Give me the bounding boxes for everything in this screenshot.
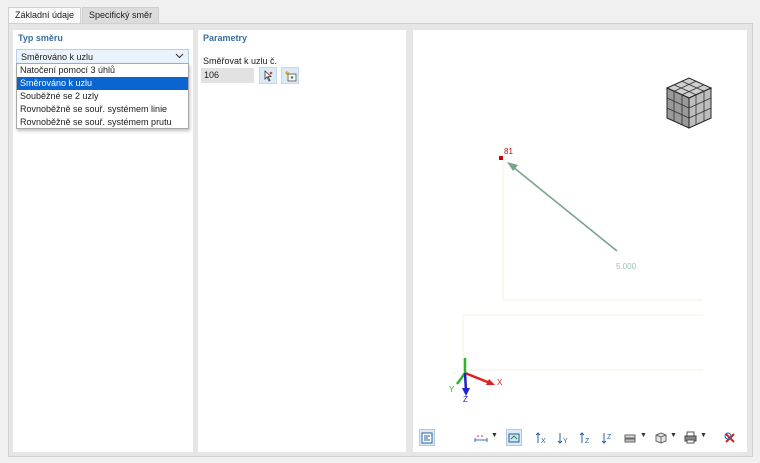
layers-icon [624,434,636,442]
viewport-toolbar: ▼ X Y Z Z ▼ ▼ ▼ [413,428,747,448]
svg-text:Z: Z [607,434,612,441]
parameters-title: Parametry [203,33,248,43]
display-settings-icon [421,432,433,443]
print-icon [684,431,696,444]
dimension-icon [474,435,488,442]
pick-node-button[interactable] [259,67,277,84]
node-label: 81 [504,147,513,156]
dimension-dropdown-arrow[interactable]: ▼ [491,432,498,439]
svg-text:Y: Y [563,438,568,445]
parameters-panel: Parametry Směřovat k uzlu č. 106 [198,30,406,452]
render-button[interactable] [506,429,522,446]
direction-type-dropdown: Natočení pomocí 3 úhlů Směrováno k uzlu … [16,63,189,129]
new-node-button[interactable] [281,67,299,84]
view-minus-z-button[interactable]: Z [600,429,616,446]
option-three-angles[interactable]: Natočení pomocí 3 úhlů [17,64,188,77]
node-point[interactable] [499,156,503,160]
dimension-button[interactable] [473,429,489,446]
view-minus-y-icon: Y [557,432,568,445]
direction-arrow [507,162,618,252]
preview-viewport[interactable]: 5.000 81 X Y Z [413,30,747,452]
render-icon [508,433,520,442]
view-minus-y-button[interactable]: Y [556,429,572,446]
navigation-cube-icon[interactable] [665,77,713,129]
svg-text:X: X [541,438,546,445]
view-minus-z-icon: Z [601,432,612,444]
view-z-button[interactable]: Z [578,429,594,446]
option-parallel-member-system[interactable]: Rovnoběžně se souř. systémem prutu [17,116,188,129]
direction-type-title: Typ směru [18,33,63,43]
option-parallel-line-system[interactable]: Rovnoběžně se souř. systémem linie [17,103,188,116]
node-number-label: Směřovat k uzlu č. [203,56,278,66]
reset-button[interactable] [722,429,738,446]
node-number-input[interactable]: 106 [201,68,254,83]
option-parallel-two-nodes[interactable]: Souběžné se 2 uzly [17,90,188,103]
option-directed-to-node[interactable]: Směrováno k uzlu [17,77,188,90]
layers-dropdown-arrow[interactable]: ▼ [640,432,647,439]
direction-type-select[interactable]: Směrováno k uzlu [16,49,189,64]
pick-cursor-icon [264,69,273,82]
viewport-canvas: 5.000 81 X Y Z [449,77,713,404]
background-grid [462,150,703,371]
y-axis-label: Y [449,385,455,394]
reset-icon [724,432,735,443]
tab-basic-data[interactable]: Základní údaje [8,7,82,23]
view-x-button[interactable]: X [534,429,550,446]
view-x-icon: X [535,431,546,445]
direction-type-value: Směrováno k uzlu [21,52,94,62]
chevron-down-icon[interactable] [175,51,184,62]
z-axis-label: Z [463,395,468,404]
display-settings-button[interactable] [419,429,435,446]
tab-specific-direction[interactable]: Specifický směr [82,7,160,23]
svg-text:Z: Z [585,438,590,445]
new-node-icon [284,70,296,81]
box-view-button[interactable] [652,429,668,446]
print-button[interactable] [682,429,698,446]
length-label: 5.000 [616,262,637,271]
x-axis-label: X [497,378,503,387]
view-z-icon: Z [579,431,590,445]
print-dropdown-arrow[interactable]: ▼ [700,432,707,439]
box-view-icon [655,432,666,444]
box-view-dropdown-arrow[interactable]: ▼ [670,432,677,439]
layers-button[interactable] [622,429,638,446]
